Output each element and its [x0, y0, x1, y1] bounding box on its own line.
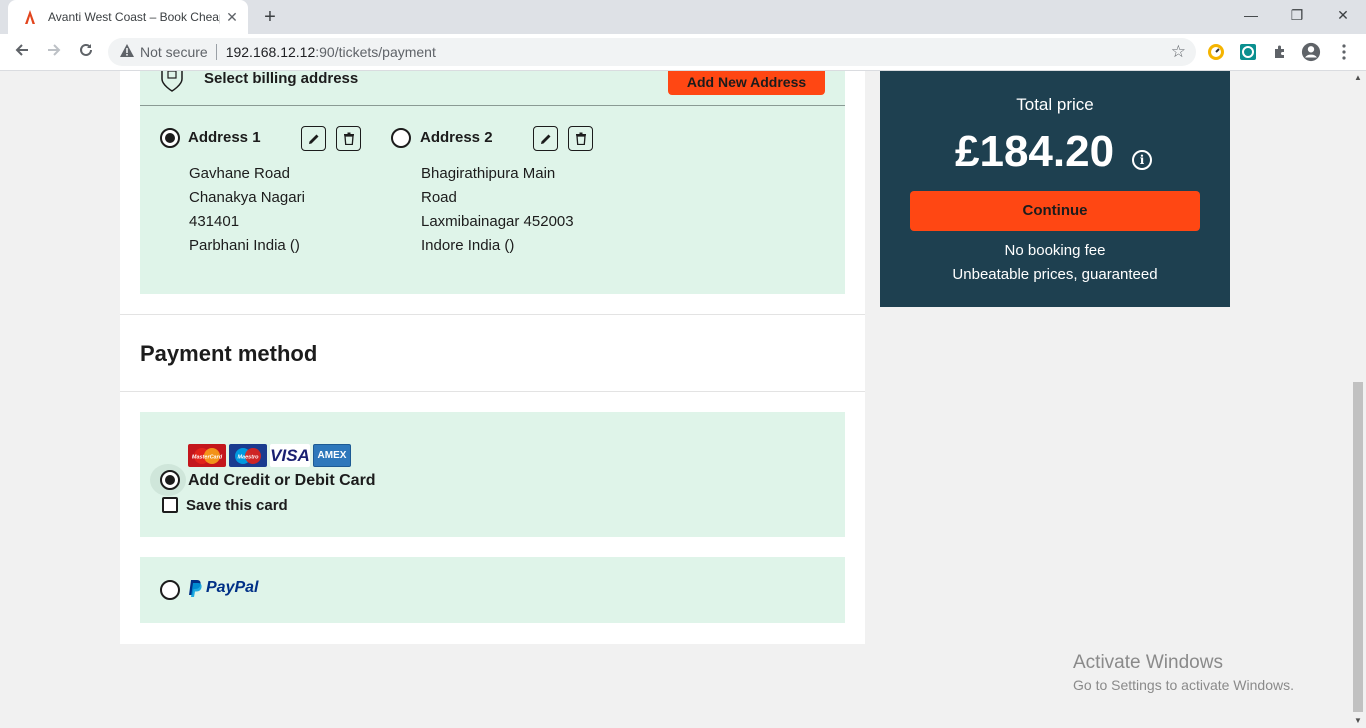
- mastercard-logo: MasterCard: [188, 444, 226, 467]
- forward-arrow-icon: [48, 44, 61, 56]
- paypal-logo[interactable]: PayPal: [188, 579, 258, 597]
- card-option-radio[interactable]: [160, 470, 180, 490]
- address-2-line: Bhagirathipura Main: [421, 165, 556, 182]
- section-divider: [120, 391, 865, 392]
- address-2-line: Road: [421, 189, 457, 206]
- tab-strip: Avanti West Coast – Book Cheap ✕ + — ❐ ✕: [0, 0, 1366, 34]
- avanti-favicon-icon: [22, 9, 38, 25]
- address-2-radio[interactable]: [391, 128, 411, 148]
- activate-windows-subtitle: Go to Settings to activate Windows.: [1073, 677, 1294, 693]
- add-new-address-button[interactable]: Add New Address: [668, 71, 825, 95]
- minimize-button[interactable]: —: [1228, 4, 1274, 26]
- tab-close-icon[interactable]: ✕: [224, 9, 240, 26]
- back-button[interactable]: [9, 40, 35, 66]
- url-path: :90/tickets/payment: [315, 44, 436, 60]
- visa-logo: VISA: [270, 444, 310, 467]
- amex-logo: AMEX: [313, 444, 351, 467]
- payment-card: Select billing address Add New Address A…: [120, 71, 865, 644]
- address-2-details: Bhagirathipura Main Road Laxmibainagar 4…: [421, 162, 574, 258]
- teal-extension-icon[interactable]: [1238, 42, 1258, 62]
- trash-icon: [575, 132, 586, 145]
- price-guarantee-text: Unbeatable prices, guaranteed: [952, 266, 1158, 283]
- restore-button[interactable]: ❐: [1274, 4, 1320, 26]
- address-bar[interactable]: Not secure 192.168.12.12:90/tickets/paym…: [108, 38, 1196, 66]
- page-content: Select billing address Add New Address A…: [0, 71, 1350, 728]
- section-divider: [120, 314, 865, 315]
- warning-icon: [120, 44, 134, 60]
- payment-method-title: Payment method: [140, 341, 318, 366]
- svg-text:Maestro: Maestro: [237, 454, 259, 460]
- continue-button[interactable]: Continue: [910, 191, 1200, 231]
- page-scrollbar[interactable]: ▲ ▼: [1350, 71, 1366, 728]
- save-card-label[interactable]: Save this card: [186, 497, 288, 514]
- forward-button[interactable]: [41, 40, 67, 66]
- billing-header: Select billing address Add New Address: [140, 71, 845, 106]
- no-booking-fee-text: No booking fee: [1004, 242, 1106, 259]
- tab-title: Avanti West Coast – Book Cheap: [48, 10, 220, 24]
- paypal-radio[interactable]: [160, 580, 180, 600]
- svg-text:MasterCard: MasterCard: [192, 454, 223, 460]
- address-1-details: Gavhane Road Chanakya Nagari 431401 Parb…: [189, 162, 305, 258]
- address-2-line: Indore India (): [421, 237, 515, 254]
- address-1-line: Gavhane Road: [189, 165, 290, 182]
- info-icon[interactable]: i: [1132, 150, 1152, 170]
- pencil-icon: [540, 134, 550, 144]
- reload-icon: [80, 43, 92, 56]
- location-pin-icon: [160, 71, 184, 98]
- reload-button[interactable]: [73, 40, 99, 66]
- activate-windows-title: Activate Windows: [1073, 652, 1223, 673]
- card-payment-option: MasterCard Maestro VISA AMEX Add Credit …: [140, 412, 845, 537]
- browser-tab[interactable]: Avanti West Coast – Book Cheap ✕: [8, 0, 248, 34]
- trash-icon: [343, 132, 354, 145]
- profile-avatar-icon[interactable]: [1301, 42, 1321, 62]
- delete-address-2-button[interactable]: [568, 126, 593, 151]
- browser-menu-icon[interactable]: [1334, 42, 1354, 62]
- save-card-checkbox[interactable]: [162, 497, 178, 513]
- scroll-up-icon[interactable]: ▲: [1350, 71, 1366, 85]
- new-tab-button[interactable]: +: [258, 6, 282, 28]
- address-2-label[interactable]: Address 2: [420, 129, 493, 146]
- paypal-p-icon: [189, 579, 202, 597]
- paypal-payment-option: PayPal: [140, 557, 845, 623]
- edit-address-1-button[interactable]: [301, 126, 326, 151]
- price-summary: Total price £184.20 i Continue No bookin…: [880, 71, 1230, 307]
- scrollbar-thumb[interactable]: [1353, 382, 1363, 712]
- billing-title: Select billing address: [204, 71, 359, 87]
- delete-address-1-button[interactable]: [336, 126, 361, 151]
- back-arrow-icon: [15, 44, 28, 56]
- total-price-label: Total price: [1016, 95, 1094, 114]
- close-window-button[interactable]: ✕: [1320, 4, 1366, 26]
- scroll-down-icon[interactable]: ▼: [1350, 714, 1366, 728]
- billing-address-panel: Select billing address Add New Address A…: [140, 71, 845, 294]
- omnibox-separator: [215, 44, 217, 60]
- address-1-label[interactable]: Address 1: [188, 129, 261, 146]
- url-host: 192.168.12.12: [225, 44, 316, 60]
- extensions-puzzle-icon[interactable]: [1270, 42, 1290, 62]
- not-secure-label[interactable]: Not secure: [140, 44, 208, 60]
- address-1-radio[interactable]: [160, 128, 180, 148]
- total-price-amount: £184.20: [955, 127, 1115, 176]
- edit-address-2-button[interactable]: [533, 126, 558, 151]
- address-1-line: Parbhani India (): [189, 237, 300, 254]
- card-option-label[interactable]: Add Credit or Debit Card: [188, 472, 376, 490]
- browser-toolbar: Not secure 192.168.12.12:90/tickets/paym…: [0, 34, 1366, 71]
- address-1-line: Chanakya Nagari: [189, 189, 305, 206]
- address-2-line: Laxmibainagar 452003: [421, 213, 574, 230]
- maestro-logo: Maestro: [229, 444, 267, 467]
- address-1-line: 431401: [189, 213, 240, 230]
- paypal-text: PayPal: [206, 579, 259, 596]
- pencil-icon: [308, 134, 318, 144]
- bookmark-star-icon[interactable]: ☆: [1171, 42, 1186, 62]
- speed-extension-icon[interactable]: [1206, 42, 1226, 62]
- card-logos: MasterCard Maestro VISA AMEX: [188, 444, 351, 467]
